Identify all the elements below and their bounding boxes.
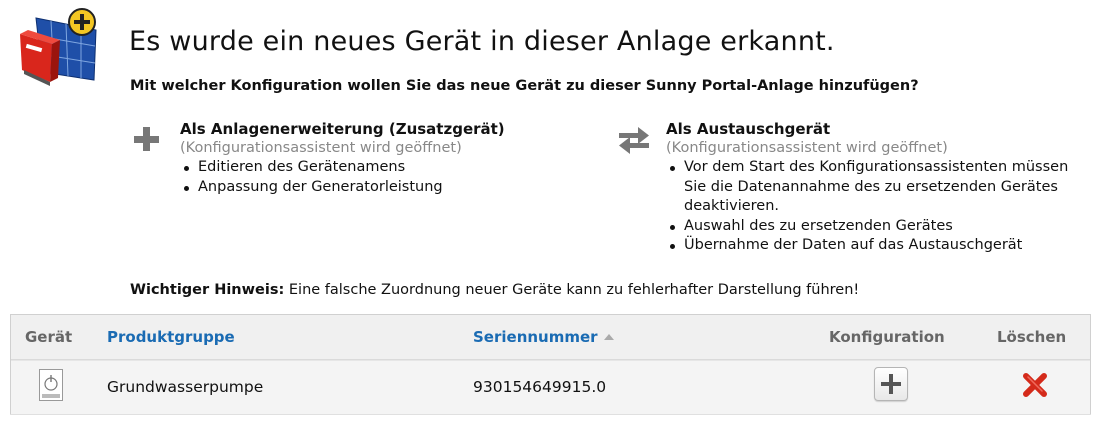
page-title: Es wurde ein neues Gerät in dieser Anlag…	[129, 26, 835, 57]
option-replacement-title[interactable]: Als Austauschgerät	[666, 120, 1086, 139]
inverter-with-plus-icon	[14, 6, 100, 92]
list-item: Vor dem Start des Konfigurationsassisten…	[666, 158, 1076, 217]
column-header-serial[interactable]: Seriennummer	[473, 328, 614, 346]
column-header-serial-label: Seriennummer	[473, 328, 598, 346]
delete-button[interactable]	[1021, 371, 1049, 399]
option-extension-subtitle: (Konfigurationsassistent wird geöffnet)	[180, 140, 462, 156]
product-group-cell: Grundwasserpumpe	[107, 378, 264, 396]
sort-ascending-icon	[603, 333, 614, 340]
serial-number-cell: 930154649915.0	[473, 378, 607, 396]
important-notice: Wichtiger Hinweis: Eine falsche Zuordnun…	[130, 282, 859, 298]
option-replacement-subtitle: (Konfigurationsassistent wird geöffnet)	[666, 140, 948, 156]
notice-text: Eine falsche Zuordnung neuer Geräte kann…	[284, 282, 860, 298]
device-table: Gerät Produktgruppe Seriennummer Konfigu…	[10, 314, 1091, 414]
plus-icon	[130, 124, 166, 154]
column-header-delete: Löschen	[997, 328, 1067, 346]
delete-x-icon	[1023, 373, 1047, 397]
list-item: Übernahme der Daten auf das Austauschger…	[666, 236, 1076, 256]
swap-arrows-icon	[616, 124, 652, 154]
configure-button[interactable]	[874, 367, 908, 401]
column-header-device: Gerät	[25, 328, 73, 346]
column-header-product-group[interactable]: Produktgruppe	[107, 328, 235, 346]
list-item: Editieren des Gerätenamens	[180, 158, 505, 178]
table-row: Grundwasserpumpe 930154649915.0	[11, 360, 1090, 414]
option-extension-title[interactable]: Als Anlagenerweiterung (Zusatzgerät)	[180, 120, 505, 139]
table-header: Gerät Produktgruppe Seriennummer Konfigu…	[11, 315, 1090, 360]
configuration-question: Mit welcher Konfiguration wollen Sie das…	[130, 78, 919, 94]
plus-icon	[881, 374, 901, 394]
notice-label: Wichtiger Hinweis:	[130, 282, 285, 298]
column-header-configuration: Konfiguration	[829, 328, 945, 346]
list-item: Anpassung der Generatorleistung	[180, 178, 505, 198]
power-switch-icon	[39, 369, 63, 401]
list-item: Auswahl des zu ersetzenden Gerätes	[666, 217, 1076, 237]
table-bottom-divider	[10, 414, 1091, 415]
